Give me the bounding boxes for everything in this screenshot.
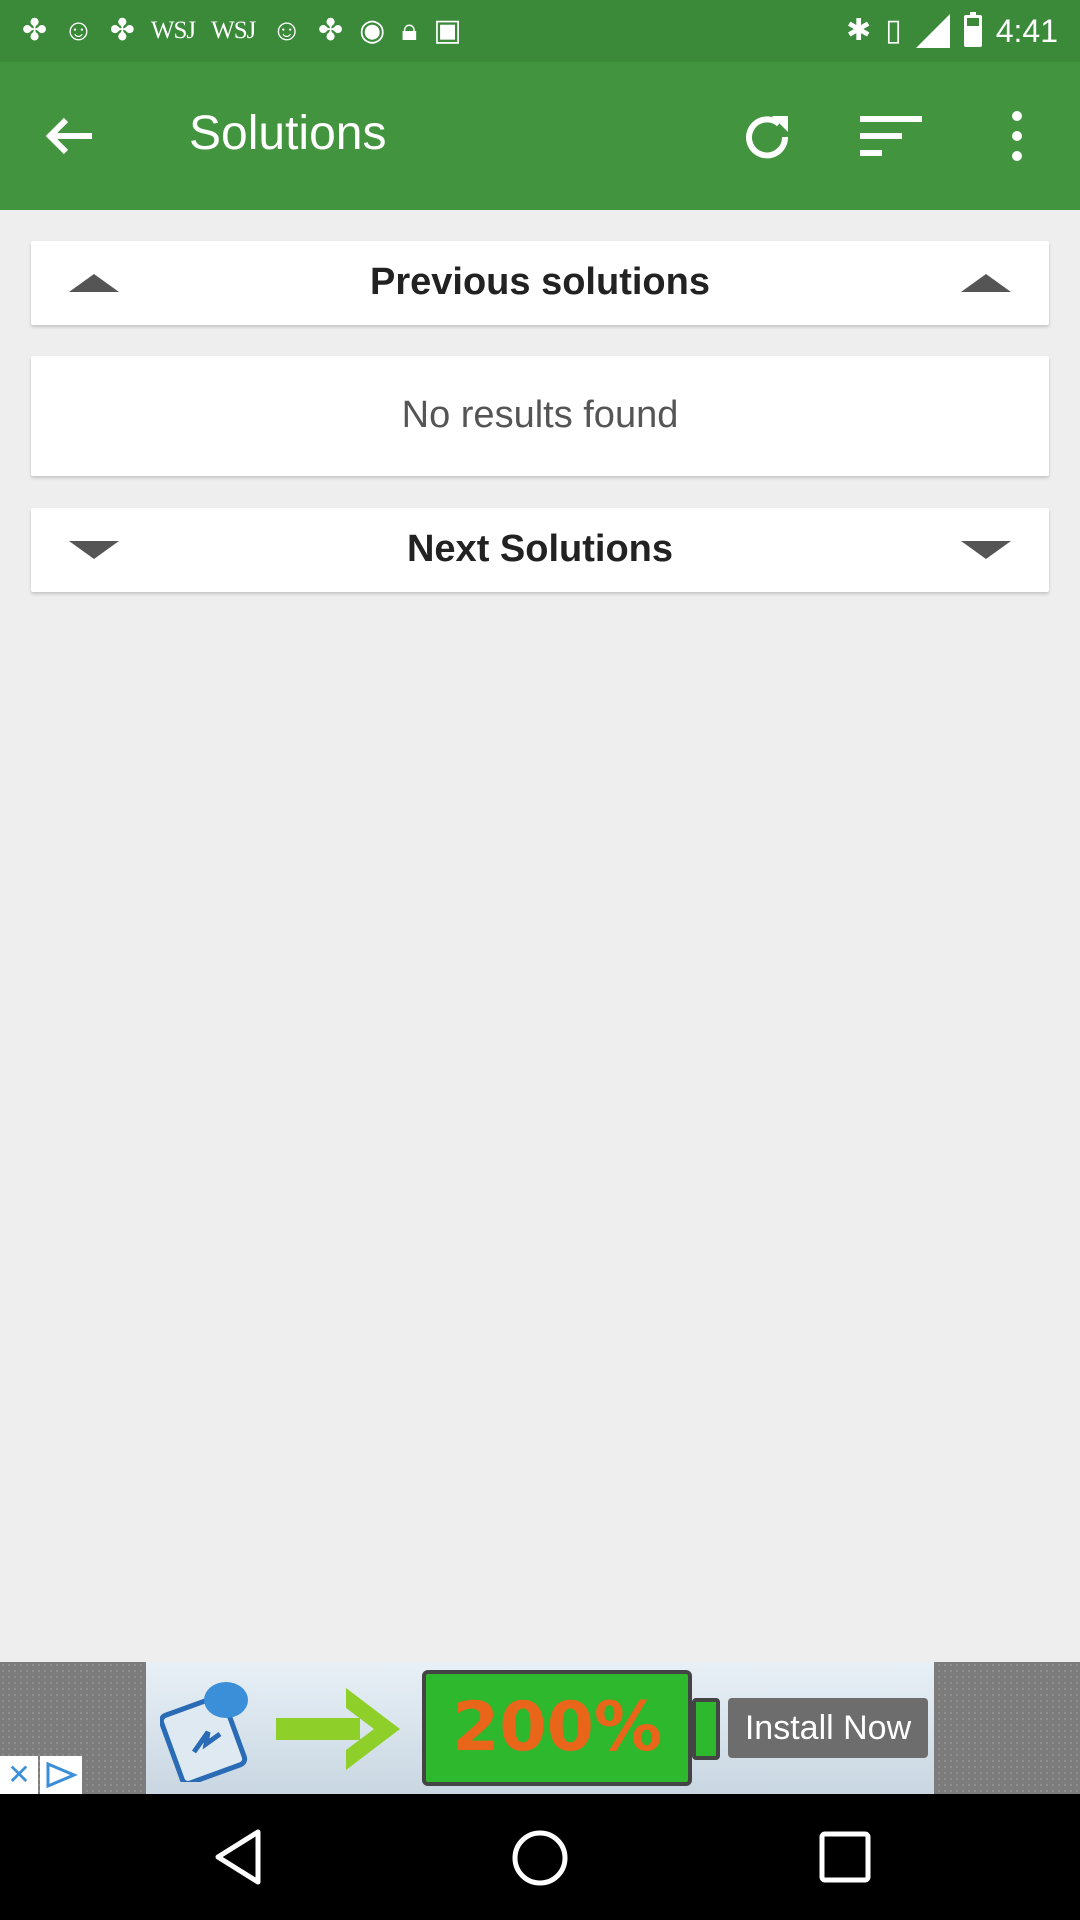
pinwheel-icon: ✤ bbox=[22, 14, 48, 47]
status-bar: ✤ ☺ ✤ WSJ WSJ ☺ ✤ ◉ 🔒︎ ▣ ✱ ▯ 4:41 bbox=[0, 0, 1080, 62]
smiley-icon: ☺ bbox=[271, 14, 303, 47]
bluetooth-icon: ✱ bbox=[846, 14, 872, 47]
next-solutions-label: Next Solutions bbox=[406, 528, 674, 570]
next-solutions-toggle[interactable]: Next Solutions bbox=[31, 508, 1049, 592]
pinwheel-icon: ✤ bbox=[318, 14, 344, 47]
circle-info-icon: ◉ bbox=[359, 14, 386, 47]
adchoices-icon[interactable] bbox=[40, 1756, 82, 1794]
more-options-button[interactable] bbox=[1000, 108, 1034, 164]
status-indicators: ✱ ▯ 4:41 bbox=[846, 10, 1058, 52]
install-now-button[interactable]: Install Now bbox=[728, 1698, 928, 1758]
arrow-up-icon bbox=[961, 274, 1011, 292]
battery-charge-icon bbox=[160, 1682, 248, 1782]
more-vert-icon bbox=[1012, 111, 1022, 161]
refresh-button[interactable] bbox=[732, 102, 802, 172]
back-button[interactable] bbox=[36, 108, 106, 164]
pinwheel-icon: ✤ bbox=[109, 14, 135, 47]
ad-close-icon[interactable]: ✕ bbox=[0, 1756, 38, 1794]
arrow-right-icon bbox=[276, 1688, 400, 1770]
battery-cap-icon bbox=[692, 1698, 720, 1760]
ad-creative[interactable]: 200% Install Now bbox=[146, 1662, 934, 1794]
signal-icon bbox=[915, 14, 950, 48]
wsj-icon: WSJ bbox=[211, 17, 256, 44]
refresh-icon bbox=[746, 116, 789, 159]
vibrate-icon: ▯ bbox=[885, 14, 902, 47]
page-title: Solutions bbox=[189, 107, 387, 160]
arrow-back-icon bbox=[45, 117, 92, 155]
smiley-icon: ☺ bbox=[63, 14, 94, 47]
no-results-message: No results found bbox=[401, 394, 679, 436]
previous-solutions-label: Previous solutions bbox=[370, 261, 710, 303]
notification-icons: ✤ ☺ ✤ WSJ WSJ ☺ ✤ ◉ 🔒︎ ▣ bbox=[22, 10, 462, 52]
navigation-bar bbox=[0, 1794, 1080, 1920]
clock: 4:41 bbox=[995, 12, 1058, 49]
ad-percent-box: 200% bbox=[422, 1670, 692, 1786]
arrow-down-icon bbox=[961, 541, 1011, 559]
ad-percent-text: 200% bbox=[451, 1688, 663, 1767]
nav-home-icon[interactable] bbox=[510, 1828, 570, 1888]
ad-banner[interactable]: 200% Install Now ✕ bbox=[0, 1662, 1080, 1794]
wsj-icon: WSJ bbox=[150, 17, 196, 44]
sort-icon bbox=[860, 116, 922, 156]
sort-button[interactable] bbox=[856, 108, 926, 164]
previous-solutions-toggle[interactable]: Previous solutions bbox=[31, 241, 1049, 325]
results-card: No results found bbox=[31, 356, 1049, 476]
battery-icon bbox=[963, 12, 982, 47]
app-bar: Solutions bbox=[0, 62, 1080, 210]
nav-recent-apps-icon[interactable] bbox=[818, 1830, 872, 1884]
nav-back-icon[interactable] bbox=[208, 1826, 268, 1888]
android-icon: ▣ bbox=[433, 14, 462, 47]
lock-icon: 🔒︎ bbox=[401, 14, 418, 47]
